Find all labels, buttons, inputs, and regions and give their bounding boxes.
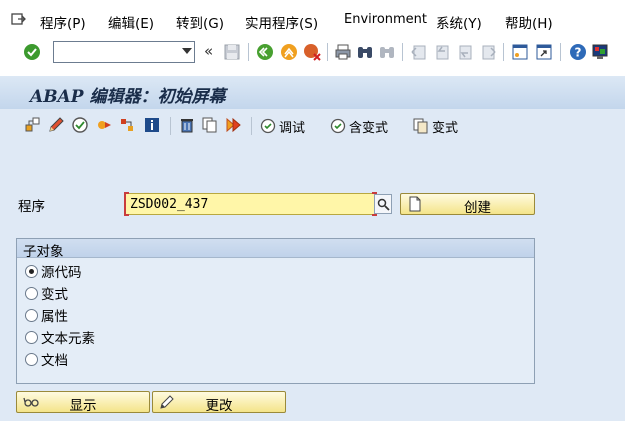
next-page-icon[interactable] <box>456 43 474 61</box>
help-icon[interactable]: ? <box>569 43 587 61</box>
exit-menu-icon[interactable] <box>10 11 26 27</box>
menu-environment[interactable]: Environment <box>344 12 427 27</box>
variant-label: 变式 <box>432 120 459 136</box>
with-variant-button[interactable]: 含变式 <box>330 116 388 136</box>
menu-system[interactable]: 系统(Y) <box>436 12 482 32</box>
radio-label: 文档 <box>41 353 68 369</box>
change-button[interactable]: 更改 <box>152 391 286 414</box>
radio-button[interactable] <box>25 352 38 366</box>
required-bracket-left <box>124 192 129 216</box>
enter-check-icon[interactable] <box>23 43 41 61</box>
change-label: 更改 <box>205 398 233 414</box>
radio-documentation[interactable]: 文档 <box>25 350 68 369</box>
search-help-button[interactable] <box>374 194 392 214</box>
chevron-down-icon[interactable] <box>182 48 192 54</box>
pencil-icon[interactable] <box>47 116 65 134</box>
program-label: 程序 <box>18 199 45 215</box>
debug-button[interactable]: 调试 <box>260 116 305 136</box>
menu-help[interactable]: 帮助(H) <box>505 12 553 32</box>
radio-label: 源代码 <box>41 265 82 281</box>
application-toolbar: 调试 含变式 变式 <box>0 109 625 144</box>
display-button[interactable]: 显示 <box>16 391 150 414</box>
info-icon[interactable] <box>143 116 161 134</box>
menu-program[interactable]: 程序(P) <box>40 12 86 32</box>
create-button[interactable]: 创建 <box>400 193 535 216</box>
save-icon[interactable] <box>223 43 241 61</box>
print-icon[interactable] <box>334 43 352 61</box>
object-hierarchy-icon[interactable] <box>24 116 42 134</box>
menu-edit[interactable]: 编辑(E) <box>108 12 154 32</box>
radio-button[interactable] <box>25 264 38 278</box>
with-variant-icon <box>330 118 346 134</box>
standard-toolbar: « ? <box>0 40 625 65</box>
where-used-icon[interactable] <box>119 116 137 134</box>
delete-icon[interactable] <box>178 116 196 134</box>
toolbar-separator <box>170 117 171 135</box>
last-page-icon[interactable] <box>479 43 497 61</box>
with-variant-label: 含变式 <box>349 120 389 136</box>
radio-source-code[interactable]: 源代码 <box>25 262 82 281</box>
menu-utilities[interactable]: 实用程序(S) <box>245 12 318 32</box>
radio-attributes[interactable]: 属性 <box>25 306 68 325</box>
toolbar-separator <box>248 43 249 61</box>
variant-icon <box>413 118 428 134</box>
subobjects-header: 子对象 <box>17 239 534 260</box>
radio-button[interactable] <box>25 308 38 322</box>
exit-icon[interactable] <box>280 43 298 61</box>
variant-button[interactable]: 变式 <box>413 116 458 136</box>
toolbar-separator <box>503 43 504 61</box>
radio-button[interactable] <box>25 286 38 300</box>
radio-button[interactable] <box>25 330 38 344</box>
previous-page-icon[interactable] <box>433 43 451 61</box>
title-bar: ABAP 编辑器：初始屏幕 <box>0 76 625 109</box>
find-icon[interactable] <box>356 43 374 61</box>
activate-icon[interactable] <box>95 116 113 134</box>
find-next-icon[interactable] <box>378 43 396 61</box>
radio-label: 变式 <box>41 287 68 303</box>
debug-icon <box>260 118 276 134</box>
first-page-icon[interactable] <box>410 43 428 61</box>
command-input[interactable] <box>54 42 174 62</box>
create-shortcut-icon[interactable] <box>535 43 553 61</box>
radio-text-elements[interactable]: 文本元素 <box>25 328 95 347</box>
radio-label: 属性 <box>41 309 68 325</box>
radio-variants[interactable]: 变式 <box>25 284 68 303</box>
subobjects-group: 子对象 源代码 变式 属性 文本元素 文档 <box>16 238 535 384</box>
customize-layout-icon[interactable] <box>591 43 609 61</box>
debug-label: 调试 <box>279 120 306 136</box>
menu-bar: 程序(P) 编辑(E) 转到(G) 实用程序(S) Environment 系统… <box>0 0 625 40</box>
page-title: ABAP 编辑器：初始屏幕 <box>30 87 226 107</box>
radio-label: 文本元素 <box>41 331 95 347</box>
create-label: 创建 <box>464 200 491 216</box>
display-label: 显示 <box>69 398 97 414</box>
subobjects-title: 子对象 <box>23 244 64 260</box>
menu-goto[interactable]: 转到(G) <box>176 12 224 32</box>
toolbar-separator <box>327 43 328 61</box>
work-area: 程序 创建 子对象 源代码 变式 属性 <box>0 144 625 421</box>
svg-text:?: ? <box>575 46 582 60</box>
new-session-icon[interactable] <box>511 43 529 61</box>
toolbar-separator <box>251 117 252 135</box>
magnifier-icon <box>377 198 390 211</box>
check-syntax-icon[interactable] <box>71 116 89 134</box>
command-field[interactable] <box>53 41 195 63</box>
program-field[interactable] <box>124 192 377 216</box>
toolbar-separator <box>402 43 403 61</box>
toolbar-separator <box>560 43 561 61</box>
program-input[interactable] <box>126 194 366 214</box>
collapse-toolbar-icon[interactable]: « <box>204 42 213 60</box>
execute-icon[interactable] <box>225 116 243 134</box>
cancel-icon[interactable] <box>303 43 321 61</box>
copy-icon[interactable] <box>201 116 219 134</box>
back-icon[interactable] <box>256 43 274 61</box>
